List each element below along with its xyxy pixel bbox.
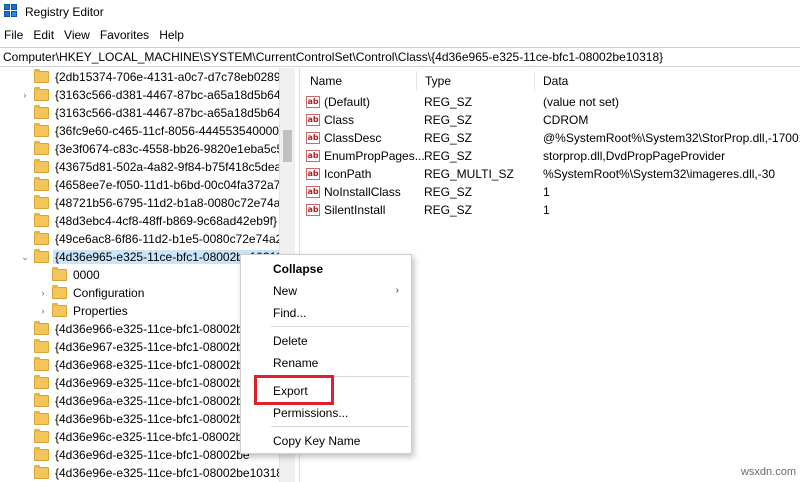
ab-string-icon: ab	[306, 186, 320, 198]
tree-item[interactable]: {4658ee7e-f050-11d1-b6bd-00c04fa372a7}	[34, 176, 279, 194]
tree-item[interactable]: {36fc9e60-c465-11cf-8056-444553540000}	[34, 122, 279, 140]
folder-icon	[34, 321, 49, 335]
menu-file[interactable]: File	[4, 28, 29, 42]
folder-icon	[34, 429, 49, 443]
chevron-right-icon: ›	[395, 285, 399, 296]
folder-icon	[52, 303, 67, 317]
folder-icon	[34, 249, 49, 263]
folder-icon	[34, 105, 49, 119]
ab-string-icon: ab	[306, 150, 320, 162]
chevron-down-icon[interactable]: ⌄	[20, 252, 30, 262]
tree-item[interactable]: {4d36e96d-e325-11ce-bfc1-08002be	[34, 446, 252, 464]
folder-icon	[52, 267, 67, 281]
menu-view[interactable]: View	[64, 28, 96, 42]
folder-icon	[34, 465, 49, 479]
menu-item-find[interactable]: Find...	[241, 302, 411, 324]
value-row[interactable]: ab NoInstallClass REG_SZ 1	[302, 183, 800, 201]
chevron-right-icon[interactable]: ›	[38, 306, 48, 316]
menu-edit[interactable]: Edit	[33, 28, 60, 42]
menu-favorites[interactable]: Favorites	[100, 28, 155, 42]
tree-item[interactable]: {48721b56-6795-11d2-b1a8-0080c72e74a2}	[34, 194, 279, 212]
folder-icon	[34, 339, 49, 353]
ab-string-icon: ab	[306, 132, 320, 144]
column-name[interactable]: Name	[302, 71, 416, 91]
column-type[interactable]: Type	[416, 71, 534, 91]
menu-bar: File Edit View Favorites Help	[0, 25, 800, 45]
tree-item[interactable]: {4d36e966-e325-11ce-bfc1-08002be	[34, 320, 252, 338]
tree-item[interactable]: {49ce6ac8-6f86-11d2-b1e5-0080c72e74a2}	[34, 230, 279, 248]
folder-icon	[34, 69, 49, 83]
tree-item[interactable]: › {3163c566-d381-4467-87bc-a65a18d5b648}	[24, 86, 279, 104]
folder-icon	[34, 447, 49, 461]
folder-icon	[34, 393, 49, 407]
tree-child-0000[interactable]: 0000	[52, 266, 102, 284]
value-row[interactable]: ab Class REG_SZ CDROM	[302, 111, 800, 129]
value-row[interactable]: ab ClassDesc REG_SZ @%SystemRoot%\System3…	[302, 129, 800, 147]
address-bar[interactable]: Computer\HKEY_LOCAL_MACHINE\SYSTEM\Curre…	[0, 47, 800, 67]
value-row[interactable]: ab SilentInstall REG_SZ 1	[302, 201, 800, 219]
chevron-right-icon[interactable]: ›	[38, 288, 48, 298]
tree-child-configuration[interactable]: › Configuration	[42, 284, 146, 302]
folder-icon	[34, 195, 49, 209]
folder-icon	[34, 87, 49, 101]
folder-icon	[34, 357, 49, 371]
ab-string-icon: ab	[306, 204, 320, 216]
menu-separator	[271, 326, 409, 327]
tree-item[interactable]: {2db15374-706e-4131-a0c7-d7c78eb0289a}	[34, 68, 279, 86]
tree-item[interactable]: {4d36e967-e325-11ce-bfc1-08002be	[34, 338, 252, 356]
column-data[interactable]: Data	[534, 71, 800, 91]
title-bar: Registry Editor	[0, 0, 800, 24]
menu-item-new[interactable]: New ›	[241, 280, 411, 302]
tree-item[interactable]: {4d36e96c-e325-11ce-bfc1-08002be	[34, 428, 251, 446]
value-row[interactable]: ab EnumPropPages... REG_SZ storprop.dll,D…	[302, 147, 800, 165]
folder-icon	[34, 231, 49, 245]
menu-item-rename[interactable]: Rename	[241, 352, 411, 374]
tree-item[interactable]: {4d36e968-e325-11ce-bfc1-08002be	[34, 356, 252, 374]
folder-icon	[34, 375, 49, 389]
export-highlight-box	[254, 375, 334, 405]
context-menu: Collapse New › Find... Delete Rename Exp…	[240, 254, 412, 454]
tree-item[interactable]: {48d3ebc4-4cf8-48ff-b869-9c68ad42eb9f}	[34, 212, 279, 230]
chevron-right-icon[interactable]: ›	[20, 90, 30, 100]
menu-item-copy-key-name[interactable]: Copy Key Name	[241, 430, 411, 452]
menu-item-delete[interactable]: Delete	[241, 330, 411, 352]
folder-icon	[52, 285, 67, 299]
registry-cubes-icon	[4, 4, 18, 18]
tree-item[interactable]: {4d36e96a-e325-11ce-bfc1-08002be	[34, 392, 252, 410]
tree-item[interactable]: {3163c566-d381-4467-87bc-a65a18d5b649}	[34, 104, 279, 122]
watermark: wsxdn.com	[740, 466, 796, 478]
menu-item-permissions[interactable]: Permissions...	[241, 402, 411, 424]
folder-icon	[34, 411, 49, 425]
ab-string-icon: ab	[306, 168, 320, 180]
folder-icon	[34, 177, 49, 191]
folder-icon	[34, 213, 49, 227]
value-row[interactable]: ab IconPath REG_MULTI_SZ %SystemRoot%\Sys…	[302, 165, 800, 183]
tree-scroll-thumb[interactable]	[283, 130, 292, 162]
menu-item-new-label: New	[273, 284, 298, 298]
ab-string-icon: ab	[306, 114, 320, 126]
tree-child-properties[interactable]: › Properties	[42, 302, 130, 320]
values-header: Name Type Data	[302, 71, 800, 91]
ab-string-icon: ab	[306, 96, 320, 108]
folder-icon	[34, 159, 49, 173]
key-tree[interactable]: {2db15374-706e-4131-a0c7-d7c78eb0289a} ›…	[0, 68, 279, 482]
menu-help[interactable]: Help	[159, 28, 190, 42]
menu-item-collapse[interactable]: Collapse	[241, 258, 411, 280]
tree-item[interactable]: {3e3f0674-c83c-4558-bb26-9820e1eba5c5}	[34, 140, 279, 158]
tree-item[interactable]: {4d36e96e-e325-11ce-bfc1-08002be10318}	[34, 464, 279, 482]
tree-item[interactable]: {43675d81-502a-4a82-9f84-b75f418c5dea}	[34, 158, 279, 176]
tree-item[interactable]: {4d36e96b-e325-11ce-bfc1-08002be	[34, 410, 252, 428]
menu-separator	[271, 426, 409, 427]
window-title: Registry Editor	[25, 5, 104, 19]
folder-icon	[34, 123, 49, 137]
value-row[interactable]: ab (Default) REG_SZ (value not set)	[302, 93, 800, 111]
tree-item[interactable]: {4d36e969-e325-11ce-bfc1-08002be	[34, 374, 252, 392]
folder-icon	[34, 141, 49, 155]
